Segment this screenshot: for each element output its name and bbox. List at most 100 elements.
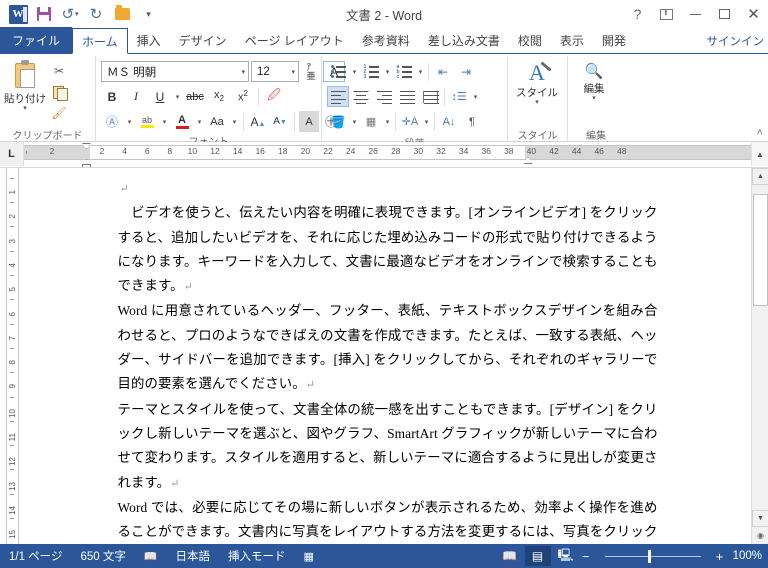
change-case-button[interactable]: Aa xyxy=(206,111,228,132)
document-text[interactable]: ↵ ビデオを使うと、伝えたい内容を明確に表現できます。[オンラインビデオ] をク… xyxy=(118,176,658,544)
minimize-button[interactable] xyxy=(681,1,710,27)
undo-button[interactable]: ↺ ▾ xyxy=(58,3,82,25)
tab-review[interactable]: 校閲 xyxy=(509,28,551,53)
strikethrough-button[interactable]: abc xyxy=(184,86,206,107)
text-highlight-button[interactable]: ab xyxy=(136,111,158,132)
paste-button[interactable]: 貼り付け ▾ xyxy=(3,58,47,112)
asian-layout-button[interactable]: ✛A xyxy=(399,111,421,132)
justify-button[interactable] xyxy=(396,86,418,107)
change-case-caret-icon[interactable]: ▾ xyxy=(230,118,239,126)
paste-caret-icon[interactable]: ▾ xyxy=(23,105,27,112)
show-formatting-marks-button[interactable]: ¶ xyxy=(461,111,483,132)
phonetic-guide-button[interactable]: ｱ亜 xyxy=(301,61,321,82)
align-left-button[interactable] xyxy=(327,86,349,107)
horizontal-ruler[interactable]: 2 2 4 6 8 10 12 14 16 18 20 22 24 26 28 30 32 34 36 38 40 42 4… xyxy=(24,143,751,167)
styles-button[interactable]: A スタイル ▾ xyxy=(511,58,563,107)
cut-button[interactable]: ✂ xyxy=(49,62,69,80)
document-scroll-area[interactable]: ↵ ビデオを使うと、伝えたい内容を明確に表現できます。[オンラインビデオ] をク… xyxy=(24,168,751,544)
document-page[interactable]: ↵ ビデオを使うと、伝えたい内容を明確に表現できます。[オンラインビデオ] をク… xyxy=(24,168,751,544)
scrollbar-thumb[interactable] xyxy=(753,194,768,306)
zoom-level-button[interactable]: 100% xyxy=(727,550,762,562)
align-center-button[interactable] xyxy=(350,86,372,107)
decrease-indent-button[interactable]: ⇤ xyxy=(432,61,454,82)
zoom-slider[interactable] xyxy=(597,546,709,566)
styles-caret-icon[interactable]: ▾ xyxy=(535,99,539,106)
bullets-button[interactable] xyxy=(327,61,349,82)
superscript-button[interactable]: x2 xyxy=(232,86,254,107)
zoom-out-button[interactable]: − xyxy=(581,549,591,564)
tab-mailings[interactable]: 差し込み文書 xyxy=(419,28,509,53)
shrink-font-button[interactable]: A▼ xyxy=(270,111,290,132)
font-color-caret-icon[interactable]: ▾ xyxy=(195,118,204,126)
line-spacing-button[interactable]: ↕☰ xyxy=(448,86,470,107)
tab-references[interactable]: 参考資料 xyxy=(353,28,419,53)
tab-developer[interactable]: 開発 xyxy=(593,28,635,53)
grow-font-button[interactable]: A▲ xyxy=(248,111,268,132)
asian-layout-caret-icon[interactable]: ▾ xyxy=(422,118,431,126)
distribute-button[interactable] xyxy=(419,86,441,107)
bullets-caret-icon[interactable]: ▾ xyxy=(350,68,359,76)
save-button[interactable] xyxy=(32,3,56,25)
underline-caret-icon[interactable]: ▾ xyxy=(173,93,182,101)
shading-caret-icon[interactable]: ▾ xyxy=(350,118,359,126)
scroll-down-button[interactable]: ▼ xyxy=(752,510,768,527)
highlight-caret-icon[interactable]: ▾ xyxy=(160,118,169,126)
status-page-number[interactable]: 1/1 ページ xyxy=(0,544,71,568)
maximize-button[interactable] xyxy=(710,1,739,27)
tab-page-layout[interactable]: ページ レイアウト xyxy=(236,28,353,53)
text-effects-button[interactable]: Ⓐ xyxy=(101,111,123,132)
multilevel-caret-icon[interactable]: ▾ xyxy=(416,68,425,76)
collapse-ribbon-button[interactable]: ˄ xyxy=(757,127,763,139)
tab-view[interactable]: 表示 xyxy=(551,28,593,53)
line-spacing-caret-icon[interactable]: ▾ xyxy=(471,93,480,101)
proofing-errors-button[interactable]: 📖 xyxy=(135,544,167,568)
word-app-icon[interactable]: W xyxy=(6,3,30,25)
shading-button[interactable]: 🪣 xyxy=(327,111,349,132)
editing-caret-icon[interactable]: ▾ xyxy=(592,95,596,102)
view-print-layout-button[interactable]: ▤ xyxy=(524,546,551,566)
tab-insert[interactable]: 挿入 xyxy=(128,28,170,53)
borders-button[interactable]: ▦ xyxy=(360,111,382,132)
status-language[interactable]: 日本語 xyxy=(167,544,220,568)
view-web-layout-button[interactable]: 🖳 xyxy=(553,546,579,566)
borders-caret-icon[interactable]: ▾ xyxy=(383,118,392,126)
font-color-button[interactable]: A xyxy=(171,111,193,132)
close-button[interactable]: ✕ xyxy=(739,1,768,27)
clear-formatting-button[interactable]: 🖉 xyxy=(263,86,285,107)
numbering-caret-icon[interactable]: ▾ xyxy=(383,68,392,76)
redo-button[interactable]: ↻ xyxy=(84,3,108,25)
increase-indent-button[interactable]: ⇥ xyxy=(455,61,477,82)
open-button[interactable] xyxy=(110,3,134,25)
status-word-count[interactable]: 650 文字 xyxy=(71,544,134,568)
italic-button[interactable]: I xyxy=(125,86,147,107)
scroll-up-button[interactable]: ▲ xyxy=(752,168,768,185)
select-browse-object-button[interactable]: ◉ xyxy=(752,527,768,544)
font-name-combo[interactable]: ＭＳ 明朝 ▾ xyxy=(101,61,249,82)
text-effects-caret-icon[interactable]: ▾ xyxy=(125,118,134,126)
document-paragraph[interactable]: Word では、必要に応じてその場に新しいボタンが表示されるため、効率よく操作を… xyxy=(118,496,658,544)
vertical-scrollbar[interactable]: ▲ ▼ ◉ xyxy=(751,168,768,544)
help-button[interactable]: ? xyxy=(623,1,652,27)
scroll-up-button-top[interactable]: ▲ xyxy=(751,142,768,166)
numbering-button[interactable]: 123 xyxy=(360,61,382,82)
document-empty-paragraph[interactable]: ↵ xyxy=(118,176,658,201)
zoom-slider-handle[interactable] xyxy=(647,549,651,563)
ribbon-display-options-button[interactable] xyxy=(652,1,681,27)
document-paragraph[interactable]: テーマとスタイルを使って、文書全体の統一感を出すこともできます。[デザイン] を… xyxy=(118,398,658,496)
document-paragraph[interactable]: ビデオを使うと、伝えたい内容を明確に表現できます。[オンラインビデオ] をクリッ… xyxy=(118,201,658,299)
editing-button[interactable]: 🔍 編集 ▾ xyxy=(571,58,617,102)
tab-stop-selector[interactable]: L xyxy=(0,142,24,166)
left-indent-marker[interactable] xyxy=(82,164,91,167)
tab-file[interactable]: ファイル xyxy=(0,27,73,53)
view-read-mode-button[interactable]: 📖 xyxy=(497,546,523,566)
character-shading-button[interactable]: A xyxy=(299,111,319,132)
bold-button[interactable]: B xyxy=(101,86,123,107)
align-right-button[interactable] xyxy=(373,86,395,107)
underline-button[interactable]: U xyxy=(149,86,171,107)
subscript-button[interactable]: x2 xyxy=(208,86,230,107)
document-paragraph[interactable]: Word に用意されているヘッダー、フッター、表紙、テキストボックスデザインを組… xyxy=(118,299,658,397)
sort-button[interactable]: A↓ xyxy=(438,111,460,132)
tab-design[interactable]: デザイン xyxy=(170,28,236,53)
tab-home[interactable]: ホーム xyxy=(72,28,128,54)
multilevel-list-button[interactable]: abc xyxy=(393,61,415,82)
